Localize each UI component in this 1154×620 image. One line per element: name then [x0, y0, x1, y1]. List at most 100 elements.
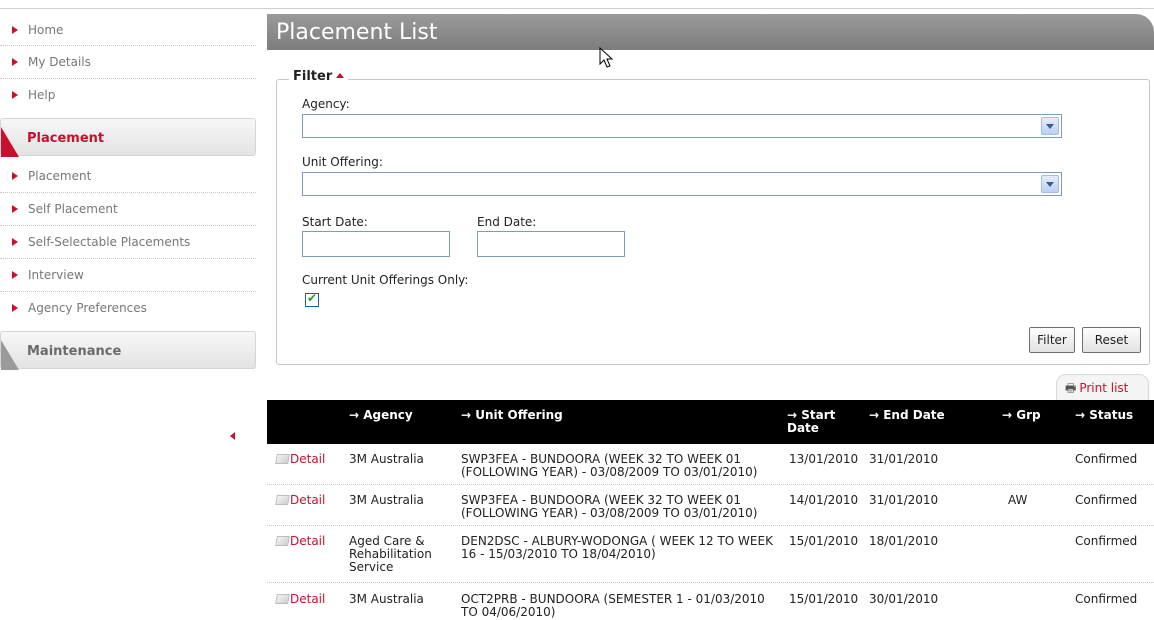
start-date-cell: 13/01/2010	[789, 452, 859, 466]
collapse-sidebar-icon[interactable]	[230, 432, 235, 440]
dropdown-button[interactable]	[1041, 117, 1059, 135]
arrow-right-icon	[12, 304, 18, 312]
detail-link-label: Detail	[290, 534, 326, 548]
detail-link[interactable]: Detail	[275, 493, 326, 507]
status-cell: Confirmed	[1075, 534, 1138, 548]
start-date-label: Start Date:	[302, 215, 368, 229]
sidebar-item-self-placement[interactable]: Self Placement	[0, 193, 256, 226]
sidebar-item-label: Placement	[28, 169, 92, 183]
page-title-bar: Placement List	[267, 14, 1154, 50]
sidebar-item-home[interactable]: Home	[0, 14, 256, 46]
agency-cell: Aged Care & Rehabilitation Service	[349, 534, 432, 574]
sidebar-section-placement[interactable]: Placement	[0, 118, 256, 157]
grp-cell: AW	[1008, 493, 1028, 507]
unit-offering-label: Unit Offering:	[302, 155, 383, 169]
detail-link-label: Detail	[290, 493, 326, 507]
sidebar-item-help[interactable]: Help	[0, 79, 256, 112]
sidebar-item-label: Self Placement	[28, 202, 118, 216]
column-header-label: Unit Offering	[475, 408, 563, 422]
sidebar-item-label: My Details	[28, 55, 91, 69]
sidebar-nav: Home My Details Help Placement Placement…	[0, 14, 256, 373]
print-list-link[interactable]: 🖶 Print list	[1056, 374, 1149, 400]
column-header-end-date[interactable]: → End Date	[869, 409, 945, 422]
detail-icon	[275, 495, 290, 505]
chevron-down-icon	[1046, 124, 1054, 129]
start-date-cell: 14/01/2010	[789, 493, 859, 507]
detail-link[interactable]: Detail	[275, 452, 326, 466]
filter-button[interactable]: Filter	[1029, 327, 1075, 353]
sidebar-item-label: Help	[28, 88, 56, 102]
start-date-cell: 15/01/2010	[789, 592, 859, 606]
sidebar-item-interview[interactable]: Interview	[0, 259, 256, 292]
current-offerings-checkbox[interactable]: ✔	[305, 291, 319, 307]
agency-cell: 3M Australia	[349, 493, 424, 507]
unit-offering-cell: DEN2DSC - ALBURY-WODONGA ( WEEK 12 TO WE…	[461, 534, 773, 561]
end-date-cell: 31/01/2010	[869, 493, 939, 507]
printer-icon: 🖶	[1065, 381, 1077, 395]
sidebar-item-placement[interactable]: Placement	[0, 160, 256, 193]
start-date-input[interactable]	[302, 231, 450, 257]
dropdown-button[interactable]	[1041, 175, 1059, 193]
agency-cell: 3M Australia	[349, 452, 424, 466]
status-cell: Confirmed	[1075, 493, 1138, 507]
end-date-cell: 31/01/2010	[869, 452, 939, 466]
detail-link-label: Detail	[290, 592, 326, 606]
column-header-start-date[interactable]: → Start Date	[787, 409, 847, 435]
checkmark-icon: ✔	[307, 291, 318, 305]
arrow-right-icon	[12, 271, 18, 279]
sidebar-item-label: Interview	[28, 268, 84, 282]
detail-icon	[275, 594, 290, 604]
column-header-label: Status	[1089, 408, 1134, 422]
sidebar-section-maintenance[interactable]: Maintenance	[0, 331, 256, 370]
column-header-label: Grp	[1016, 408, 1041, 422]
start-date-cell: 15/01/2010	[789, 534, 859, 548]
column-header-unit-offering[interactable]: → Unit Offering	[461, 409, 563, 422]
column-header-agency[interactable]: → Agency	[349, 409, 413, 422]
top-divider	[0, 8, 1154, 9]
agency-cell: 3M Australia	[349, 592, 424, 606]
sidebar-item-label: Self-Selectable Placements	[28, 235, 191, 249]
end-date-cell: 18/01/2010	[869, 534, 939, 548]
arrow-right-icon	[12, 238, 18, 246]
end-date-input[interactable]	[477, 231, 625, 257]
end-date-cell: 30/01/2010	[869, 592, 939, 606]
table-row: Detail 3M Australia SWP3FEA - BUNDOORA (…	[267, 444, 1154, 485]
filter-legend-label: Filter	[293, 69, 333, 84]
arrow-right-icon	[12, 26, 18, 34]
detail-link-label: Detail	[290, 452, 326, 466]
end-date-label: End Date:	[477, 215, 537, 229]
sidebar-item-my-details[interactable]: My Details	[0, 46, 256, 79]
sidebar-item-label: Home	[28, 23, 64, 37]
collapse-up-icon	[336, 73, 345, 78]
sidebar-section-label: Maintenance	[27, 344, 122, 359]
filter-toggle[interactable]: Filter	[289, 69, 349, 84]
column-header-status[interactable]: → Status	[1075, 409, 1133, 422]
mouse-cursor-icon	[599, 47, 613, 68]
table-row: Detail 3M Australia SWP3FEA - BUNDOORA (…	[267, 485, 1154, 526]
column-header-label: Agency	[363, 408, 413, 422]
current-offerings-label: Current Unit Offerings Only:	[302, 273, 469, 287]
arrow-right-icon	[12, 205, 18, 213]
column-header-label: Start Date	[787, 408, 836, 435]
detail-icon	[275, 454, 290, 464]
arrow-right-icon	[12, 58, 18, 66]
detail-icon	[275, 536, 290, 546]
chevron-down-icon	[1046, 182, 1054, 187]
detail-link[interactable]: Detail	[275, 592, 326, 606]
unit-offering-select[interactable]	[302, 172, 1062, 196]
arrow-right-icon	[12, 91, 18, 99]
agency-select[interactable]	[302, 114, 1062, 138]
unit-offering-cell: SWP3FEA - BUNDOORA (WEEK 32 TO WEEK 01 (…	[461, 493, 758, 520]
reset-button[interactable]: Reset	[1082, 327, 1141, 353]
arrow-right-icon	[12, 172, 18, 180]
status-cell: Confirmed	[1075, 592, 1138, 606]
detail-link[interactable]: Detail	[275, 534, 326, 548]
sidebar-item-self-selectable-placements[interactable]: Self-Selectable Placements	[0, 226, 256, 259]
sidebar-item-agency-preferences[interactable]: Agency Preferences	[0, 292, 256, 325]
table-header: → Agency → Unit Offering → Start Date → …	[267, 400, 1154, 444]
unit-offering-cell: OCT2PRB - BUNDOORA (SEMESTER 1 - 01/03/2…	[461, 592, 765, 619]
column-header-grp[interactable]: → Grp	[1002, 409, 1041, 422]
sidebar-item-label: Agency Preferences	[28, 301, 147, 315]
agency-label: Agency:	[302, 97, 350, 111]
table-row: Detail 3M Australia OCT2PRB - BUNDOORA (…	[267, 583, 1154, 620]
